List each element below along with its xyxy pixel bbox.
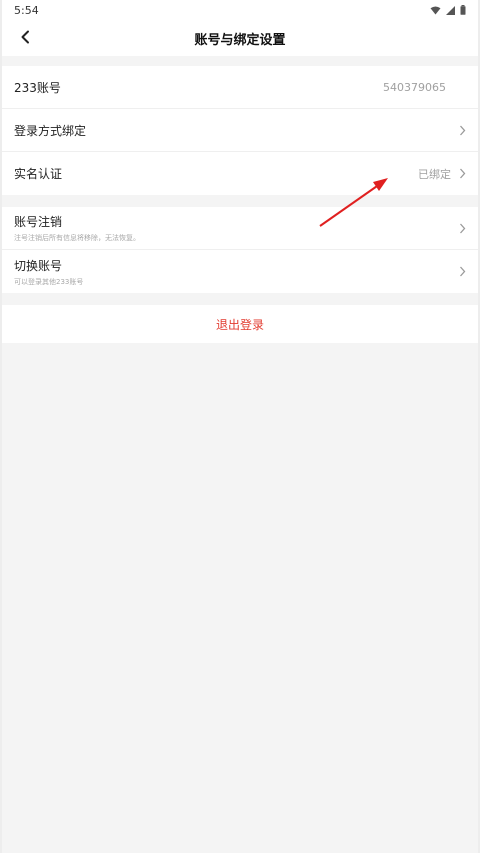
account-id-value: 540379065 [383,80,446,94]
row-real-name-auth[interactable]: 实名认证 已绑定 [2,152,478,195]
row-233-account: 233账号 540379065 [2,66,478,109]
logout-button[interactable]: 退出登录 [2,305,478,343]
back-arrow-icon [20,29,32,48]
status-bar: 5:54 [2,0,478,20]
row-label: 切换账号 [14,258,63,273]
row-label: 233账号 [14,80,61,95]
row-right [451,125,466,136]
row-label: 账号注销 [14,215,63,229]
row-subtitle: 可以登录其他233账号 [14,277,84,286]
bound-status-value: 已绑定 [418,167,451,181]
chevron-right-icon [459,223,466,234]
chevron-right-icon [459,266,466,277]
row-login-binding[interactable]: 登录方式绑定 [2,109,478,152]
row-subtitle: 注号注销后所有信息将移除，无法恢复。 [14,234,140,242]
account-info-section: 233账号 540379065 登录方式绑定 实名认证 已绑定 [2,66,478,195]
page-title: 账号与绑定设置 [194,32,286,48]
chevron-right-icon [459,125,466,136]
row-text: 账号注销 注号注销后所有信息将移除，无法恢复。 [14,213,140,243]
chevron-right-icon [459,168,466,179]
row-right: 已绑定 [418,166,466,182]
battery-icon [460,5,466,15]
row-right [451,266,466,277]
row-right [451,223,466,234]
row-label: 实名认证 [14,167,63,181]
signal-icon [446,5,455,15]
row-text: 切换账号 可以登录其他233账号 [14,257,83,287]
status-time: 5:54 [14,3,39,17]
back-button[interactable] [12,24,40,52]
wifi-icon [430,5,441,15]
row-label: 登录方式绑定 [14,123,87,138]
screen: 5:54 账号与绑定设置 233账号 540379065 登录方式绑定 实名认证… [0,0,480,853]
app-header: 账号与绑定设置 [2,20,478,56]
row-delete-account[interactable]: 账号注销 注号注销后所有信息将移除，无法恢复。 [2,207,478,250]
row-switch-account[interactable]: 切换账号 可以登录其他233账号 [2,250,478,293]
account-actions-section: 账号注销 注号注销后所有信息将移除，无法恢复。 切换账号 可以登录其他233账号 [2,207,478,293]
status-icons [430,5,466,15]
